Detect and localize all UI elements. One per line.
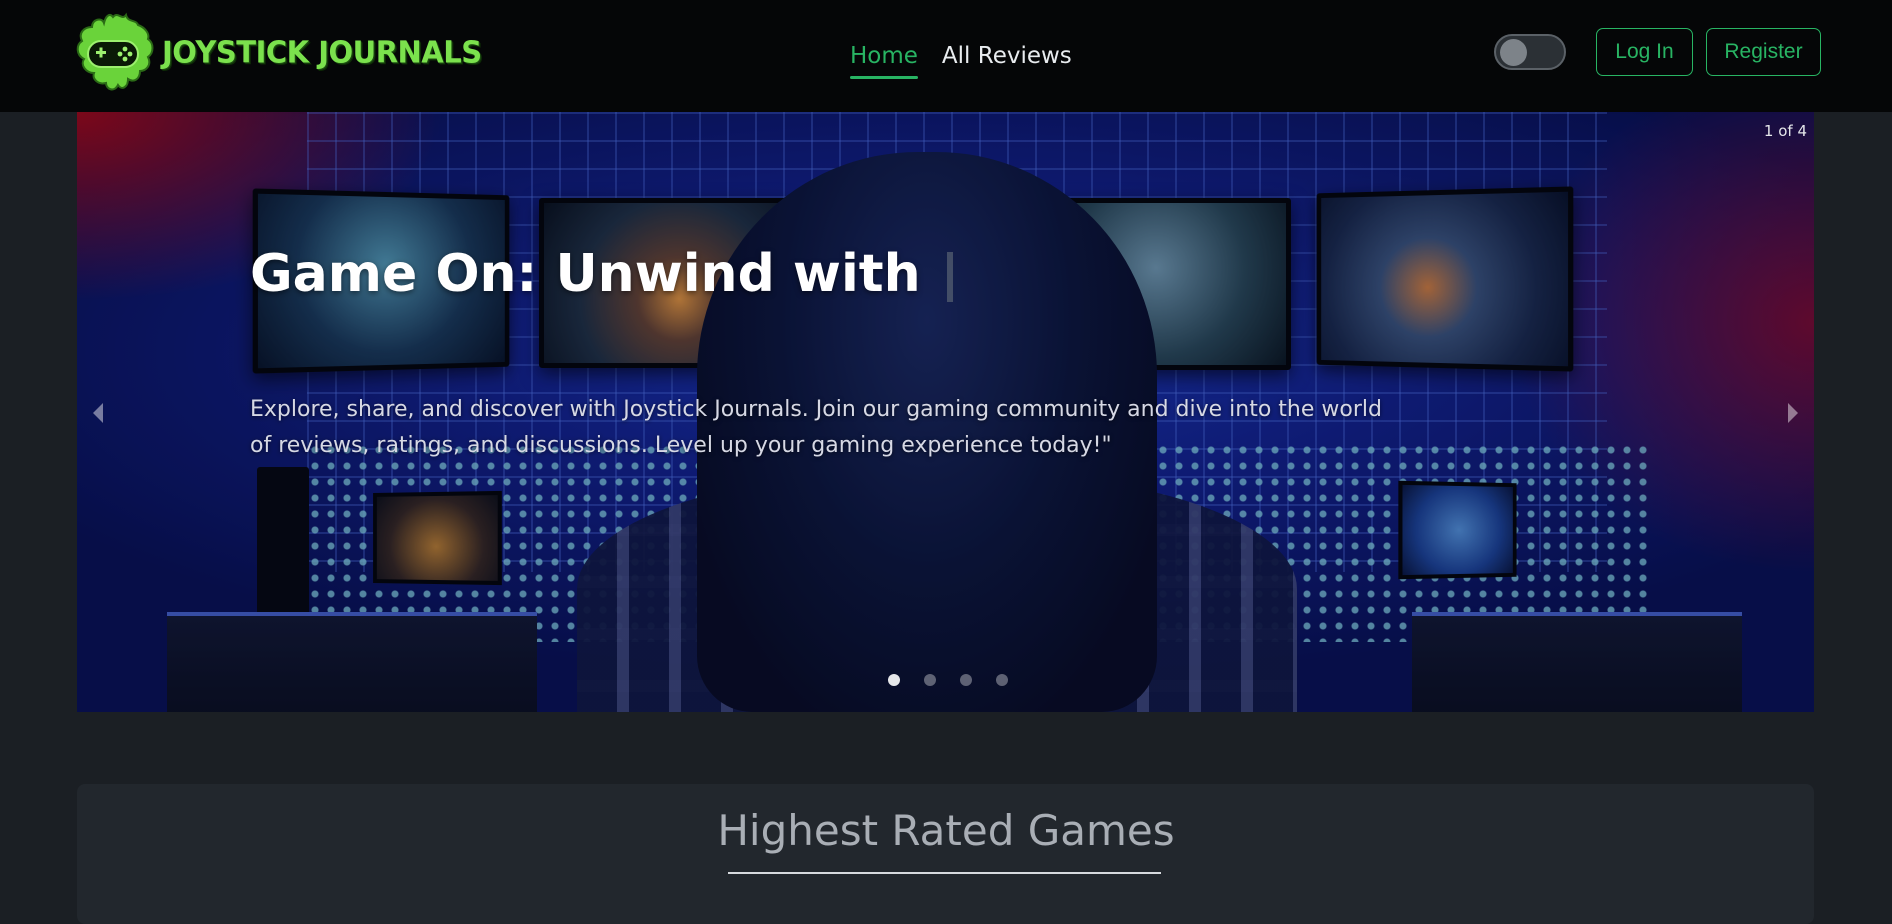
theme-toggle-switch[interactable] <box>1494 34 1566 70</box>
hero-carousel: 1 of 4 Game On: Unwind with Explore, sha… <box>77 112 1814 712</box>
nav-all-reviews-link[interactable]: All Reviews <box>942 37 1072 75</box>
login-button[interactable]: Log In <box>1596 28 1693 76</box>
slide-title: Game On: Unwind with <box>250 244 953 304</box>
brand-name: JOYSTICK JOURNALS <box>162 34 482 70</box>
carousel-indicator-4[interactable] <box>995 674 1008 686</box>
typing-caret <box>946 252 953 302</box>
section-title-underline <box>728 872 1161 874</box>
toggle-knob <box>1500 39 1527 66</box>
carousel-indicator-2[interactable] <box>923 674 936 686</box>
chevron-right-icon <box>1788 403 1798 423</box>
carousel-indicator-1[interactable] <box>887 674 900 686</box>
carousel-indicator-3[interactable] <box>959 674 972 686</box>
main-nav: Home All Reviews <box>850 0 1072 112</box>
top-navbar: JOYSTICK JOURNALS Home All Reviews Log I… <box>0 0 1892 112</box>
slide-description: Explore, share, and discover with Joysti… <box>250 397 1382 458</box>
nav-home-link[interactable]: Home <box>850 37 918 79</box>
carousel-prev-button[interactable] <box>83 398 113 428</box>
section-title: Highest Rated Games <box>717 806 1175 855</box>
chevron-left-icon <box>93 403 103 423</box>
carousel-next-button[interactable] <box>1778 398 1808 428</box>
brand-link[interactable]: JOYSTICK JOURNALS <box>70 8 482 96</box>
register-button[interactable]: Register <box>1706 28 1821 76</box>
carousel-indicators <box>77 674 1814 686</box>
gamepad-splat-icon <box>76 12 154 91</box>
slide-counter: 1 of 4 <box>1763 122 1807 140</box>
slide-title-text: Game On: Unwind with <box>250 244 921 304</box>
